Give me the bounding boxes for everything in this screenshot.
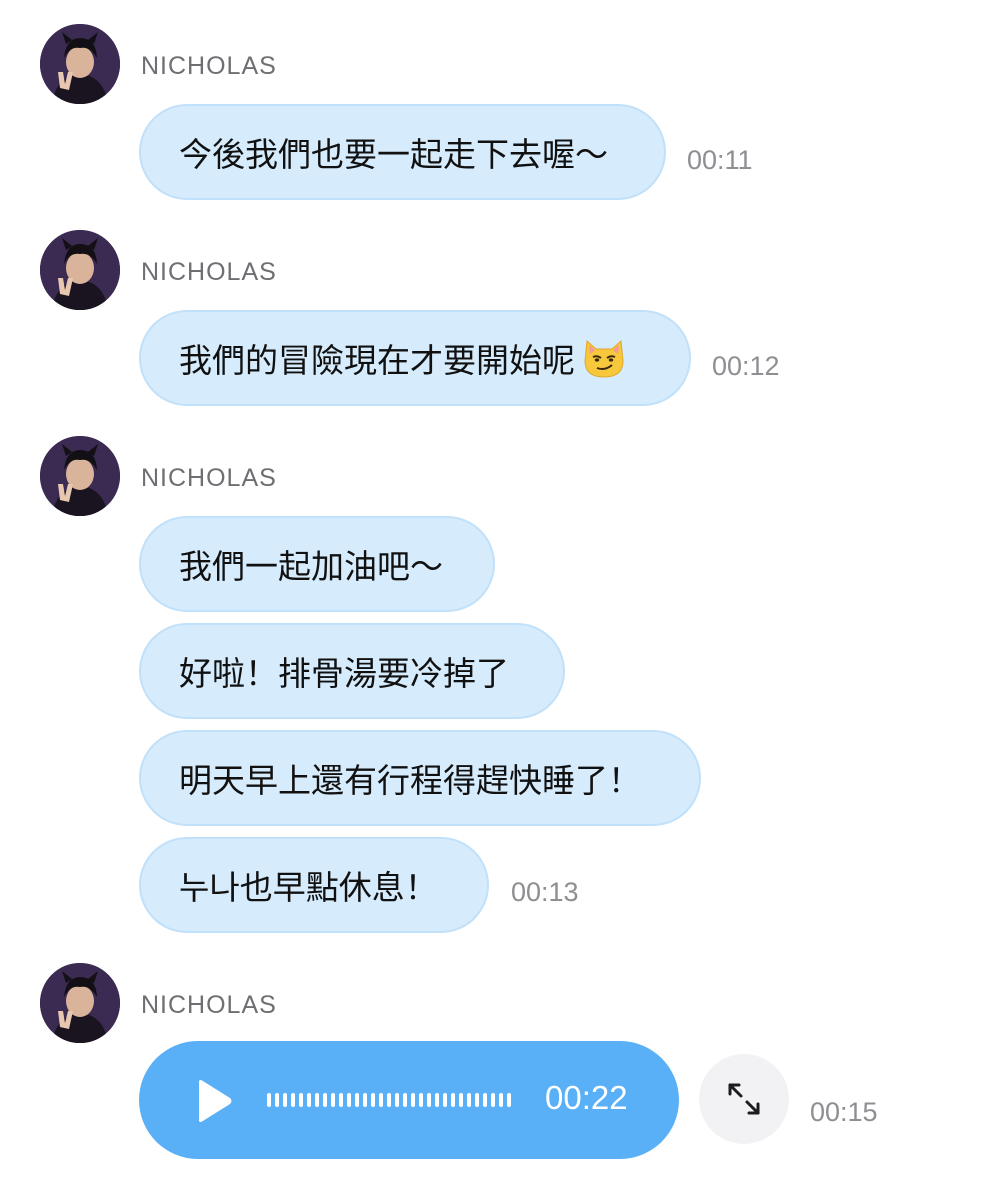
message-bubble[interactable]: 今後我們也要一起走下去喔～ [139,104,666,200]
message-text: 我們一起加油吧～ [179,547,443,586]
voice-duration: 00:22 [545,1079,628,1116]
user-avatar-icon[interactable] [40,230,120,310]
play-icon[interactable] [195,1079,233,1123]
message-text: 我們的冒險現在才要開始呢 [179,341,575,380]
sender-name: NICHOLAS [141,258,277,286]
message-timestamp: 00:13 [511,877,579,907]
message-timestamp: 00:12 [712,351,780,381]
message-timestamp: 00:11 [687,145,753,175]
message-bubble[interactable]: 明天早上還有行程得趕快睡了！ [139,730,701,826]
message-bubble[interactable]: 我們一起加油吧～ [139,516,495,612]
message-text: 好啦！排骨湯要冷掉了 [179,654,509,693]
voice-message-bubble[interactable]: 00:22 [139,1041,679,1159]
sender-name: NICHOLAS [141,52,277,80]
smirking-cat-emoji [584,339,624,378]
message-text: 누나也早點休息！ [179,868,438,907]
user-avatar-icon[interactable] [40,963,120,1043]
message-bubble[interactable]: 好啦！排骨湯要冷掉了 [139,623,565,719]
user-avatar-icon[interactable] [40,436,120,516]
voice-waveform[interactable] [267,1093,511,1107]
sender-name: NICHOLAS [141,991,277,1019]
sender-name: NICHOLAS [141,464,277,492]
message-bubble[interactable]: 누나也早點休息！ [139,837,489,933]
message-bubble[interactable]: 我們的冒險現在才要開始呢 [139,310,691,406]
message-timestamp: 00:15 [810,1097,878,1127]
message-text: 明天早上還有行程得趕快睡了！ [179,761,641,800]
user-avatar-icon[interactable] [40,24,120,104]
message-text: 今後我們也要一起走下去喔～ [179,135,608,174]
expand-button[interactable] [699,1054,789,1144]
expand-arrows-icon [728,1083,760,1115]
